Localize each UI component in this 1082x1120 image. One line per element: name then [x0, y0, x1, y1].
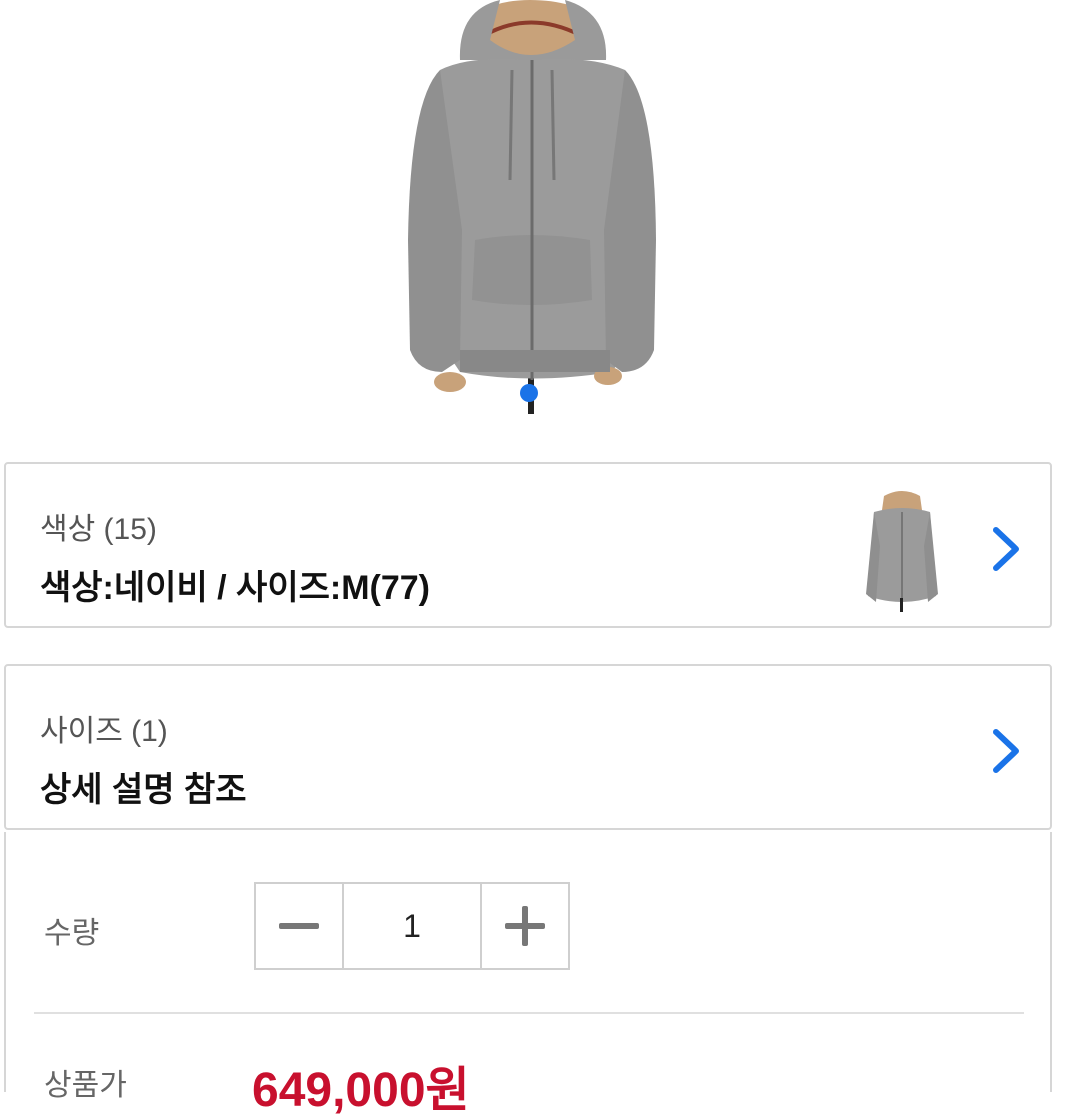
size-option-selector[interactable]: 사이즈 (1) 상세 설명 참조: [4, 664, 1052, 830]
color-option-thumbnail: [866, 491, 938, 612]
chevron-right-icon[interactable]: [986, 524, 1026, 574]
size-option-label: 사이즈 (1): [40, 715, 168, 748]
section-divider: [34, 1012, 1024, 1014]
product-hoodie-image: [408, 0, 656, 414]
color-option-selector[interactable]: 색상 (15) 색상:네이비 / 사이즈:M(77): [4, 462, 1052, 628]
color-option-value: 색상:네이비 / 사이즈:M(77): [40, 569, 431, 607]
quantity-label: 수량: [44, 917, 100, 950]
color-option-label: 색상 (15): [40, 513, 157, 546]
minus-icon: [279, 923, 319, 929]
product-image-area[interactable]: [0, 0, 1082, 440]
price-label: 상품가: [44, 1069, 127, 1102]
price-value: 649,000원: [252, 1064, 470, 1117]
quantity-stepper[interactable]: 1: [254, 882, 570, 970]
plus-icon: [505, 906, 545, 946]
decrease-quantity-button[interactable]: [256, 884, 342, 968]
size-option-value: 상세 설명 참조: [40, 771, 247, 809]
increase-quantity-button[interactable]: [482, 884, 568, 968]
chevron-right-icon[interactable]: [986, 726, 1026, 776]
carousel-dot-active[interactable]: [520, 384, 538, 402]
quantity-value[interactable]: 1: [342, 884, 482, 968]
